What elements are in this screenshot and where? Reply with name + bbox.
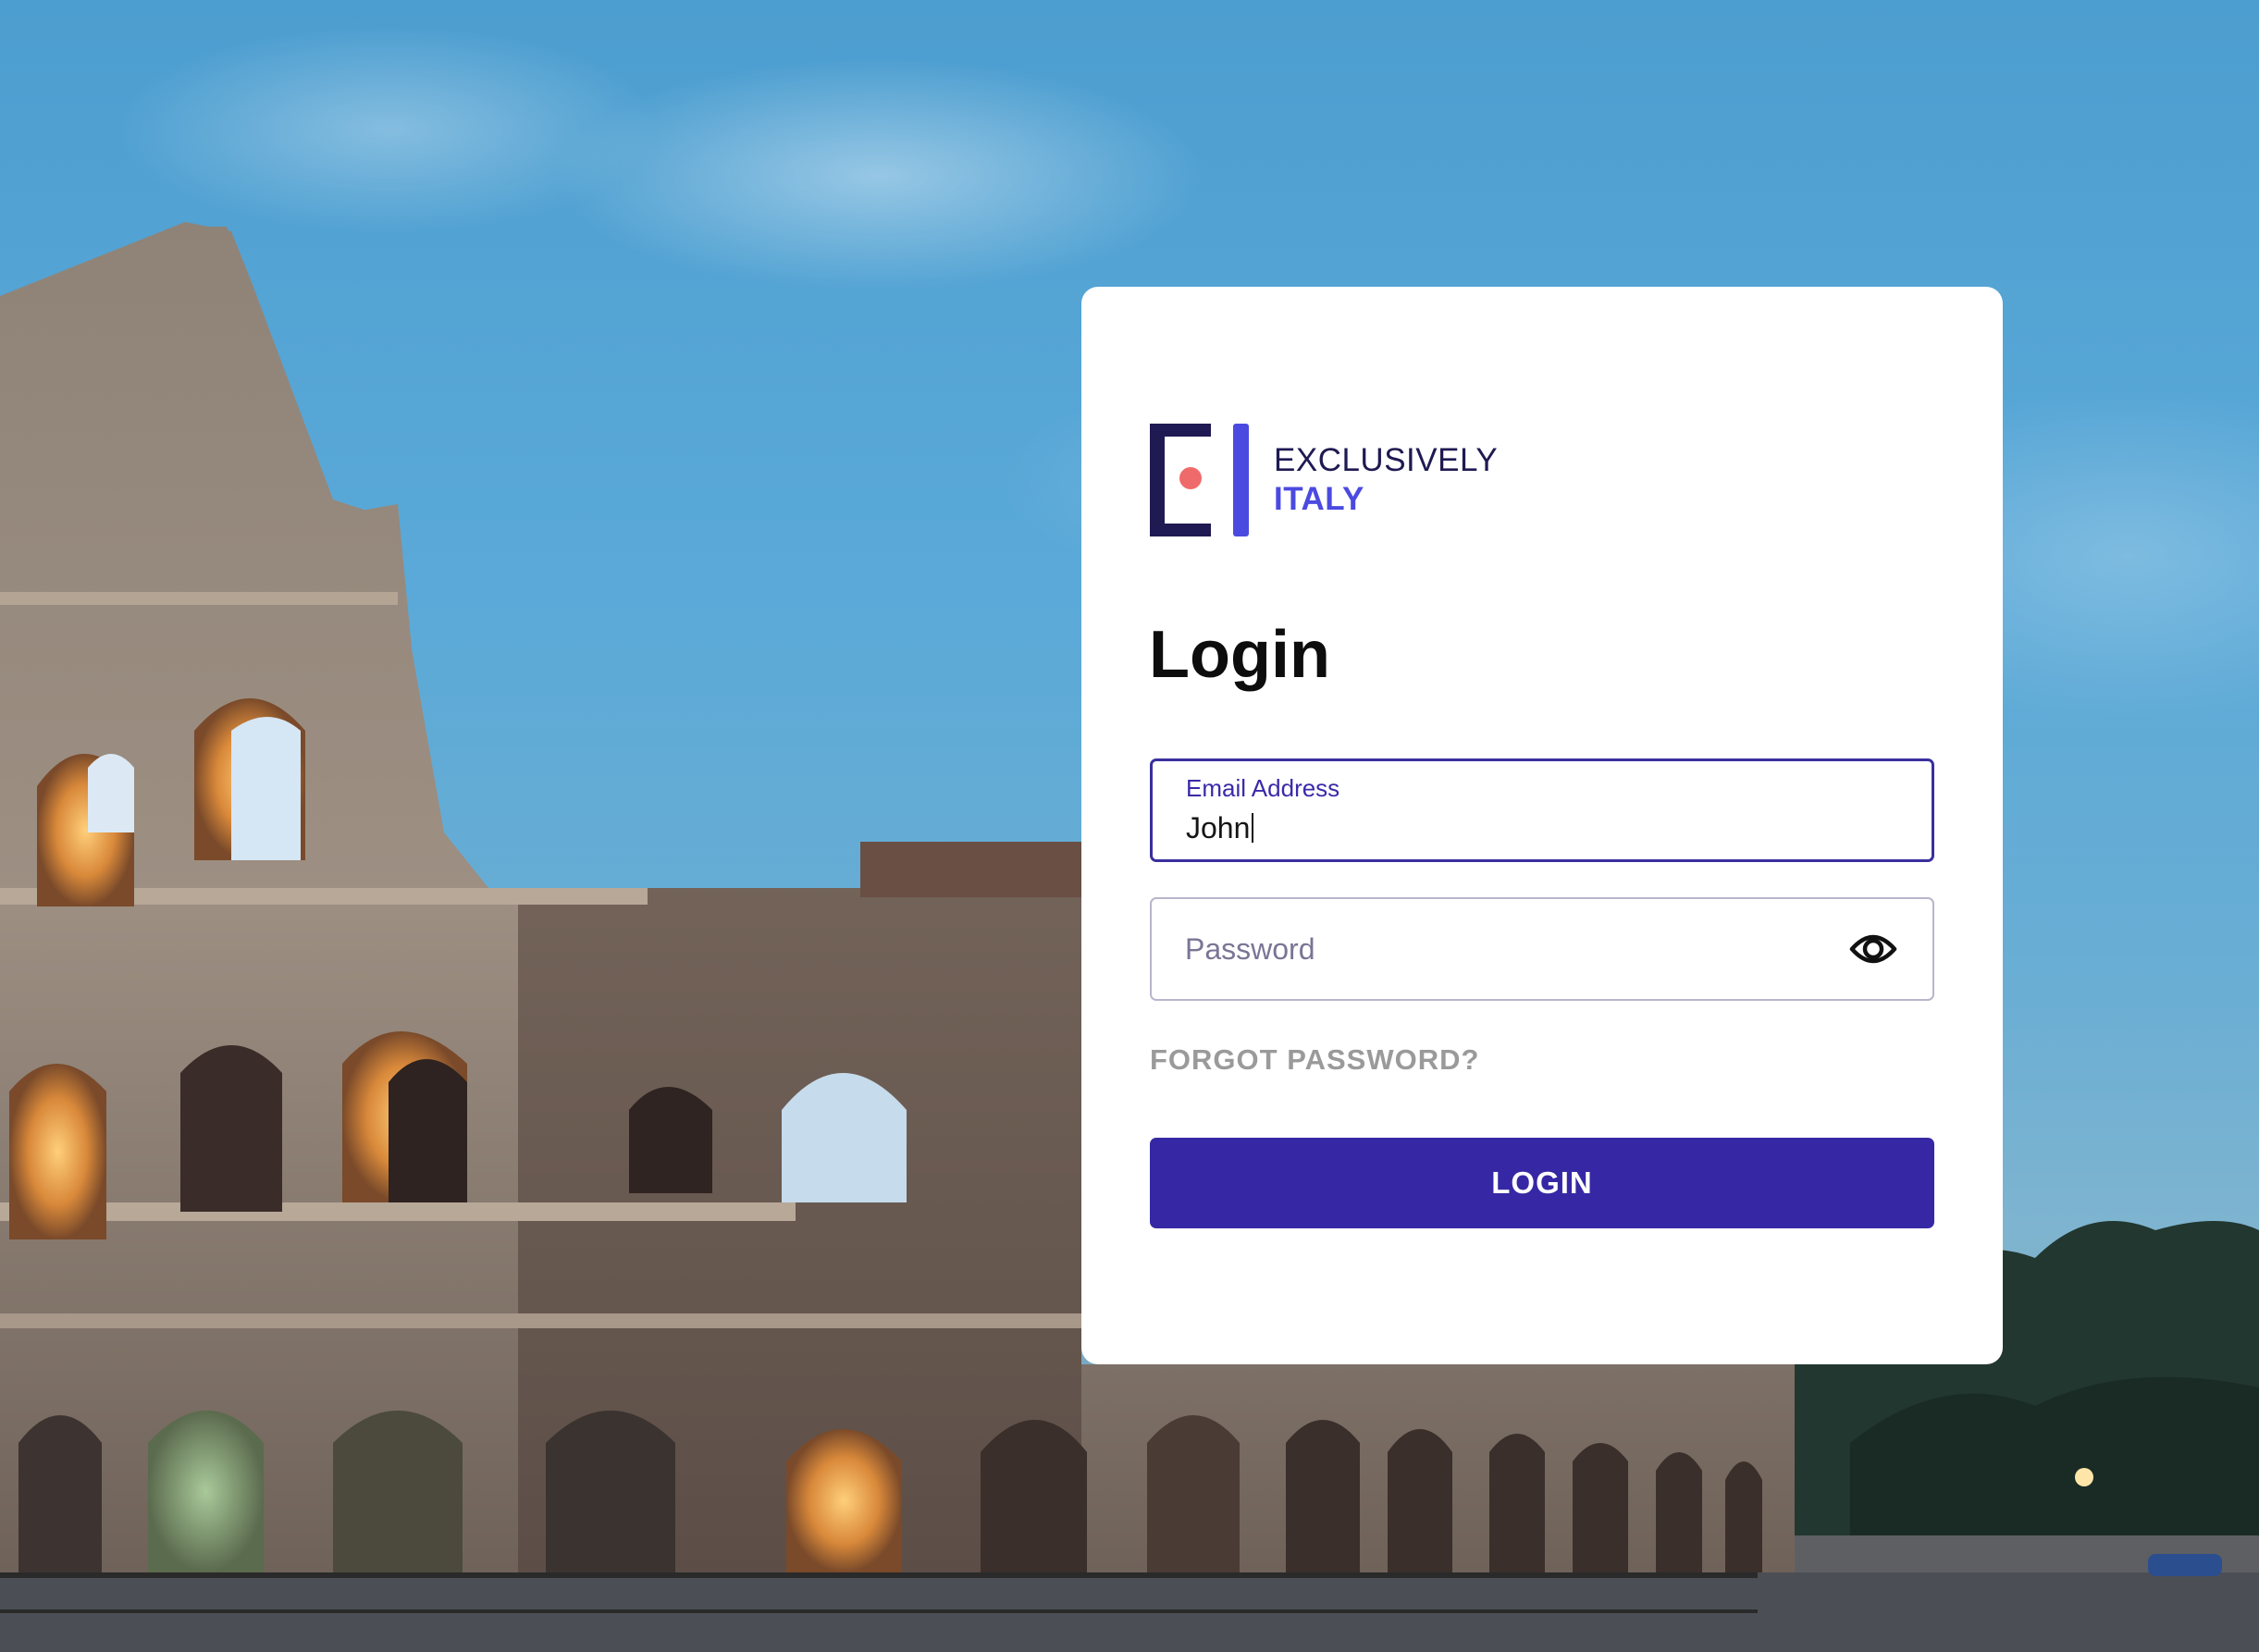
- forgot-password-link[interactable]: FORGOT PASSWORD?: [1150, 1043, 1479, 1077]
- password-field[interactable]: Password: [1150, 897, 1934, 1001]
- eye-icon[interactable]: [1849, 929, 1897, 969]
- text-caret: [1252, 813, 1254, 843]
- brand-name-line1: EXCLUSIVELY: [1274, 442, 1499, 478]
- logo-mark-icon: [1150, 424, 1249, 536]
- email-field-label: Email Address: [1186, 774, 1340, 802]
- email-input[interactable]: John: [1186, 811, 1254, 845]
- login-button[interactable]: LOGIN: [1150, 1138, 1934, 1228]
- login-card: EXCLUSIVELY ITALY Login Email Address Jo…: [1081, 287, 2003, 1364]
- email-input-value: John: [1186, 811, 1251, 844]
- login-screen: EXCLUSIVELY ITALY Login Email Address Jo…: [0, 0, 2259, 1652]
- email-field[interactable]: Email Address John: [1150, 758, 1934, 862]
- password-placeholder: Password: [1185, 932, 1315, 966]
- page-title: Login: [1149, 618, 1330, 692]
- brand-name-line2: ITALY: [1274, 481, 1364, 517]
- brand-logo: EXCLUSIVELY ITALY: [1150, 424, 1498, 536]
